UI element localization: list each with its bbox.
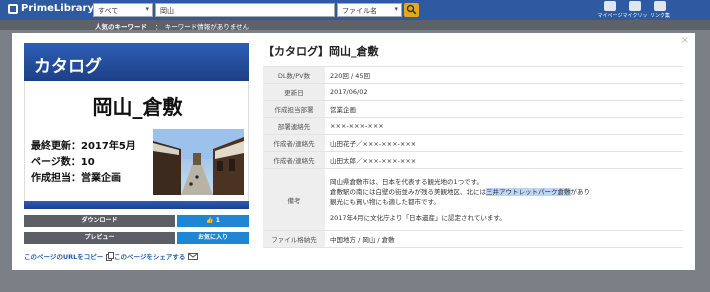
like-count: 1 bbox=[215, 217, 220, 224]
card-meta-updated: 最終更新：2017年5月 bbox=[31, 141, 136, 152]
row-label: 部署連絡先 bbox=[263, 117, 325, 135]
table-row: 備考 岡山県倉敷市は、日本を代表する観光地の1つです。 倉敷駅の南には白壁の街並… bbox=[263, 168, 683, 231]
table-row: 更新日 2017/06/02 bbox=[263, 83, 683, 101]
row-label: DL数/PV数 bbox=[263, 66, 325, 84]
highlighted-text: 三井アウトレットパーク倉敷 bbox=[486, 187, 571, 196]
filter-select[interactable]: すべて ▾ bbox=[93, 3, 153, 17]
row-value: 山田花子／×××-×××-××× bbox=[325, 134, 683, 152]
remarks-value: 岡山県倉敷市は、日本を代表する観光地の1つです。 倉敷駅の南には白壁の街並みが残… bbox=[325, 168, 683, 231]
catalog-cover: 岡山_倉敷 最終更新：2017年5月 ページ数：10 作成担当：営業企画 bbox=[24, 81, 249, 209]
row-value: 2017/06/02 bbox=[325, 83, 683, 101]
table-row: 部署連絡先 ×××-×××-××× bbox=[263, 117, 683, 135]
top-bar: PrimeLibrary すべて ▾ 岡山 ファイル名 ▾ マイページ マイクリ… bbox=[0, 0, 710, 26]
search-input-value: 岡山 bbox=[160, 7, 174, 15]
field-select[interactable]: ファイル名 ▾ bbox=[337, 3, 402, 17]
mypage-button[interactable]: マイページ bbox=[597, 1, 623, 19]
row-value: ×××-×××-××× bbox=[325, 117, 683, 135]
row-label: 更新日 bbox=[263, 83, 325, 101]
user-icon bbox=[604, 1, 616, 11]
links-button[interactable]: リンク集 bbox=[647, 1, 673, 19]
close-icon[interactable]: × bbox=[681, 35, 689, 46]
myclip-button[interactable]: マイクリップ bbox=[622, 1, 648, 26]
search-icon bbox=[406, 4, 417, 15]
chevron-down-icon: ▾ bbox=[394, 5, 398, 13]
card-footer-bar bbox=[24, 201, 249, 209]
row-value: 220回 / 45回 bbox=[325, 66, 683, 84]
download-button[interactable]: ダウンロード bbox=[24, 215, 175, 227]
like-button[interactable]: 👍 1 bbox=[177, 215, 249, 227]
share-link[interactable]: このページをシェアする bbox=[114, 251, 199, 261]
remarks-line: 観光にも買い物にも適した都市です。 bbox=[330, 197, 440, 206]
thumbs-up-icon: 👍 bbox=[206, 217, 214, 224]
mypage-label: マイページ bbox=[597, 13, 623, 19]
row-label: ファイル格納先 bbox=[263, 230, 325, 248]
favorite-button[interactable]: お気に入り bbox=[177, 232, 249, 244]
remarks-text: があり bbox=[570, 187, 591, 196]
grid-icon bbox=[654, 1, 666, 11]
popular-keywords-value: ： キーワード情報がありません bbox=[155, 23, 250, 31]
copy-url-link[interactable]: このページのURLをコピー bbox=[24, 251, 115, 261]
row-label: 作成者/連絡先 bbox=[263, 151, 325, 169]
chevron-down-icon: ▾ bbox=[145, 5, 149, 13]
field-select-value: ファイル名 bbox=[342, 7, 377, 15]
remarks-text: 倉敷駅の南には白壁の街並みが残る美観地区、北には bbox=[330, 187, 486, 196]
row-value: 中国地方 / 岡山 / 倉敷 bbox=[325, 230, 683, 248]
row-label: 作成担当部署 bbox=[263, 100, 325, 118]
popular-keywords: 人気のキーワード ： キーワード情報がありません bbox=[0, 20, 710, 31]
share-label: このページをシェアする bbox=[114, 253, 186, 261]
row-value: 営業企画 bbox=[325, 100, 683, 118]
logo-text: PrimeLibrary bbox=[21, 3, 94, 14]
table-row: 作成担当部署 営業企画 bbox=[263, 100, 683, 118]
row-value: 山田太郎／×××-×××-××× bbox=[325, 151, 683, 169]
row-label: 備考 bbox=[263, 168, 325, 231]
links-label: リンク集 bbox=[649, 13, 670, 19]
table-row: ファイル格納先 中国地方 / 岡山 / 倉敷 bbox=[263, 230, 683, 248]
table-row: 作成者/連絡先 山田花子／×××-×××-××× bbox=[263, 134, 683, 152]
detail-table: DL数/PV数 220回 / 45回 更新日 2017/06/02 作成担当部署… bbox=[263, 66, 683, 248]
logo[interactable]: PrimeLibrary bbox=[8, 3, 94, 14]
popular-keywords-label: 人気のキーワード bbox=[95, 23, 147, 31]
table-row: DL数/PV数 220回 / 45回 bbox=[263, 66, 683, 84]
search-button[interactable] bbox=[404, 3, 419, 17]
copy-url-label: このページのURLをコピー bbox=[24, 253, 104, 261]
card-meta-owner: 作成担当：営業企画 bbox=[31, 173, 121, 184]
row-label: 作成者/連絡先 bbox=[263, 134, 325, 152]
kurashiki-photo bbox=[153, 129, 244, 195]
remarks-line: 岡山県倉敷市は、日本を代表する観光地の1つです。 bbox=[330, 177, 483, 186]
detail-title: 【カタログ】岡山_倉敷 bbox=[263, 45, 379, 58]
search-input[interactable]: 岡山 bbox=[155, 3, 335, 17]
logo-icon bbox=[8, 3, 18, 14]
card-meta-pages: ページ数：10 bbox=[31, 157, 95, 168]
preview-button[interactable]: プレビュー bbox=[24, 232, 175, 244]
card-header: カタログ bbox=[24, 43, 249, 81]
card-title: 岡山_倉敷 bbox=[92, 95, 183, 119]
mail-icon bbox=[188, 252, 199, 260]
catalog-modal: × カタログ 岡山_倉敷 最終更新：2017年5月 ページ数：10 作成担当：営… bbox=[12, 33, 695, 270]
remarks-line: 2017年4月に文化庁より「日本遺産」に認定されています。 bbox=[330, 213, 506, 222]
clip-icon bbox=[629, 1, 641, 11]
filter-select-value: すべて bbox=[98, 7, 119, 15]
remarks-line: 倉敷駅の南には白壁の街並みが残る美観地区、北には三井アウトレットパーク倉敷があり bbox=[330, 187, 678, 197]
card-meta: 最終更新：2017年5月 ページ数：10 作成担当：営業企画 bbox=[31, 139, 136, 187]
table-row: 作成者/連絡先 山田太郎／×××-×××-××× bbox=[263, 151, 683, 169]
